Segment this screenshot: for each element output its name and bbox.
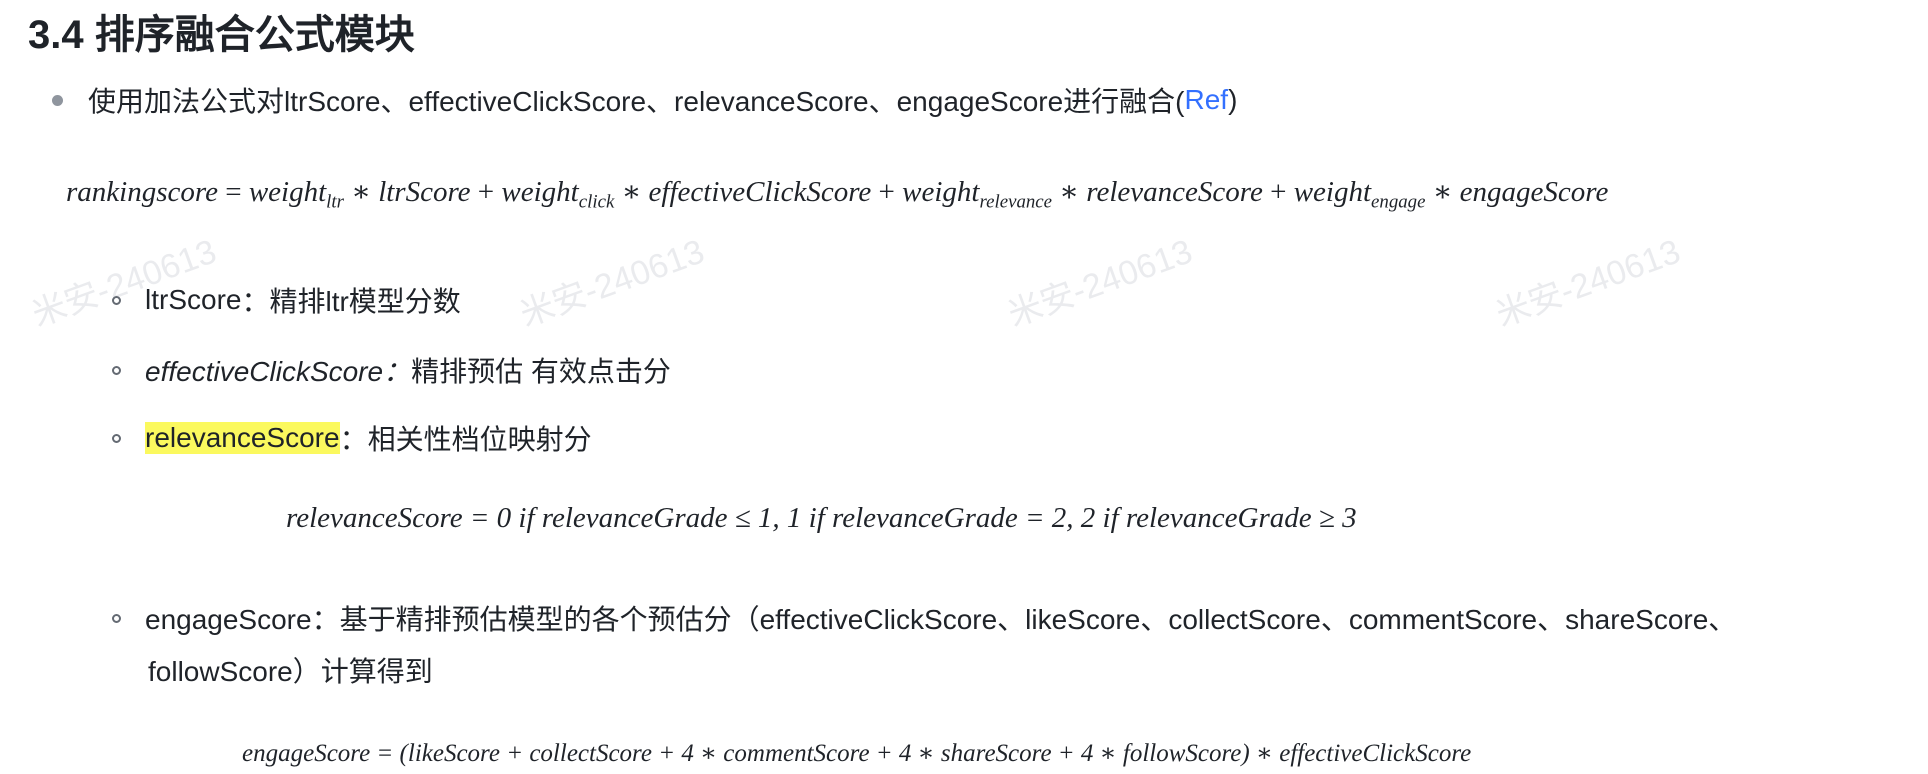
watermark: 米安-240613 [515, 232, 710, 335]
weight-relevance: weightrelevance [902, 176, 1053, 213]
term-relevance: relevanceScore [1086, 176, 1263, 208]
item-desc: ：精排ltr模型分数 [241, 286, 461, 317]
intro-list-item: 使用加法公式对ltrScore、effectiveClickScore、rele… [52, 80, 1237, 120]
bullet-circle [112, 613, 121, 623]
bullet-circle [112, 295, 121, 305]
weight-ltr: weightltr [248, 176, 344, 213]
ref-link[interactable]: Ref [1185, 84, 1229, 116]
term-engage: engageScore [1459, 176, 1609, 208]
item-desc: 精排预估 有效点击分 [411, 356, 671, 387]
intro-tail: ) [1228, 84, 1238, 115]
watermark: 米安-240613 [1491, 232, 1686, 335]
list-item-relevance: relevanceScore ：相关性档位映射分 [112, 418, 592, 458]
highlighted-term: relevanceScore [145, 422, 340, 454]
item-text-line2: followScore）计算得到 [148, 656, 433, 687]
item-desc: ：相关性档位映射分 [339, 424, 592, 455]
ranking-score-formula: rankingscore = weightltr ∗ ltrScore + we… [66, 176, 1609, 213]
term-ltr: ltrScore [378, 176, 471, 208]
list-item-ltr: ltrScore ：精排ltr模型分数 [112, 280, 461, 320]
formula-lhs: rankingscore [66, 176, 218, 208]
item-term: effectiveClickScore： [145, 356, 412, 387]
item-text-line1: engageScore：基于精排预估模型的各个预估分（effectiveClic… [145, 604, 1737, 635]
watermark: 米安-240613 [1003, 232, 1198, 335]
intro-text: 使用加法公式对ltrScore、effectiveClickScore、rele… [88, 86, 1185, 117]
section-title: 3.4 排序融合公式模块 [28, 13, 415, 57]
engage-formula: engageScore = (likeScore + collectScore … [242, 740, 1472, 767]
term-click: effectiveClickScore [648, 176, 872, 208]
weight-click: weightclick [501, 176, 615, 213]
list-item-engage: engageScore：基于精排预估模型的各个预估分（effectiveClic… [112, 598, 1736, 638]
bullet-circle [112, 365, 121, 375]
list-item-click: effectiveClickScore： 精排预估 有效点击分 [112, 350, 671, 390]
relevance-formula: relevanceScore = 0 if relevanceGrade ≤ 1… [286, 502, 1357, 534]
weight-engage: weightengage [1293, 176, 1426, 213]
item-term: ltrScore [145, 284, 242, 315]
bullet-disc [52, 94, 63, 106]
bullet-circle [112, 433, 121, 443]
